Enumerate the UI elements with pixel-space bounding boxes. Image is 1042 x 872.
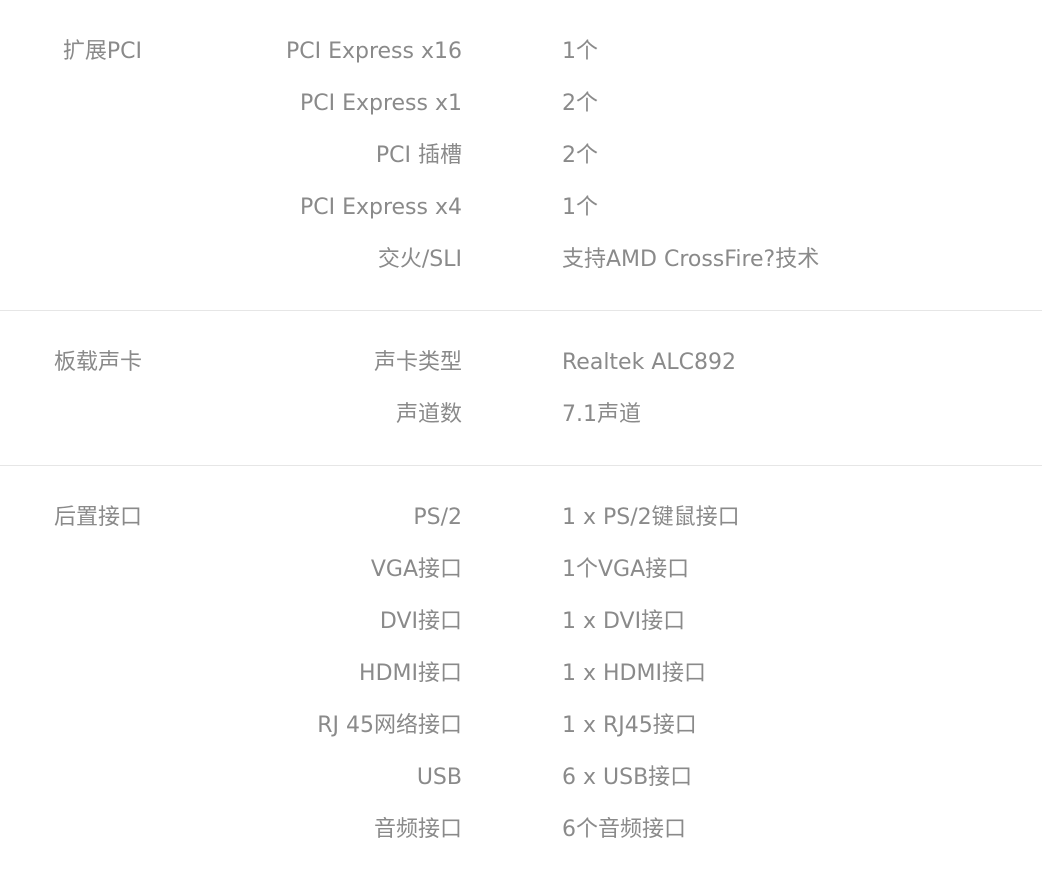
- spec-value: 支持AMD CrossFire?技术: [562, 247, 820, 272]
- spec-label: DVI接口: [379, 609, 462, 634]
- spec-value: 6个音频接口: [562, 817, 686, 842]
- spec-value: 1 x RJ45接口: [562, 713, 697, 738]
- section-expansion-pci: 扩展PCI PCI Express x16 1个 PCI Express x1 …: [0, 0, 1042, 311]
- spec-row: PCI Express x1 2个: [0, 78, 1042, 130]
- spec-value: 6 x USB接口: [562, 765, 693, 790]
- spec-value: 2个: [562, 143, 598, 168]
- spec-label: 声道数: [395, 402, 462, 427]
- spec-value: 1个VGA接口: [562, 557, 690, 582]
- spec-row: PCI Express x4 1个: [0, 182, 1042, 234]
- spec-row: USB 6 x USB接口: [0, 752, 1042, 804]
- spec-value: 1 x PS/2键鼠接口: [562, 505, 740, 530]
- spec-value: 1 x DVI接口: [562, 609, 686, 634]
- spec-value: 1 x HDMI接口: [562, 661, 706, 686]
- section-rear-ports: 后置接口 PS/2 1 x PS/2键鼠接口 VGA接口 1个VGA接口 DVI…: [0, 466, 1042, 856]
- spec-row: RJ 45网络接口 1 x RJ45接口: [0, 700, 1042, 752]
- spec-row: VGA接口 1个VGA接口: [0, 544, 1042, 596]
- spec-value: 1个: [562, 39, 598, 64]
- spec-value: 7.1声道: [562, 402, 641, 427]
- spec-row: PCI Express x16 1个: [0, 26, 1042, 78]
- spec-value: 1个: [562, 195, 598, 220]
- spec-label: PCI Express x4: [299, 195, 462, 220]
- spec-table: 扩展PCI PCI Express x16 1个 PCI Express x1 …: [0, 0, 1042, 856]
- spec-label: 交火/SLI: [377, 247, 462, 272]
- spec-label: PS/2: [413, 505, 462, 530]
- spec-label: RJ 45网络接口: [317, 713, 462, 738]
- spec-label: USB: [416, 765, 462, 790]
- spec-label: HDMI接口: [359, 661, 462, 686]
- spec-row: 声道数 7.1声道: [0, 389, 1042, 441]
- spec-row: 音频接口 6个音频接口: [0, 804, 1042, 856]
- spec-label: VGA接口: [370, 557, 462, 582]
- spec-row: 声卡类型 Realtek ALC892: [0, 337, 1042, 389]
- spec-row: 交火/SLI 支持AMD CrossFire?技术: [0, 234, 1042, 286]
- spec-label: PCI Express x16: [285, 39, 462, 64]
- spec-label: PCI Express x1: [299, 91, 462, 116]
- spec-row: PCI 插槽 2个: [0, 130, 1042, 182]
- spec-row: HDMI接口 1 x HDMI接口: [0, 648, 1042, 700]
- spec-value: 2个: [562, 91, 598, 116]
- section-onboard-audio: 板载声卡 声卡类型 Realtek ALC892 声道数 7.1声道: [0, 311, 1042, 466]
- spec-row: PS/2 1 x PS/2键鼠接口: [0, 492, 1042, 544]
- spec-row: DVI接口 1 x DVI接口: [0, 596, 1042, 648]
- spec-label: PCI 插槽: [375, 143, 462, 168]
- spec-label: 声卡类型: [373, 350, 462, 375]
- spec-value: Realtek ALC892: [562, 350, 736, 375]
- spec-label: 音频接口: [373, 817, 462, 842]
